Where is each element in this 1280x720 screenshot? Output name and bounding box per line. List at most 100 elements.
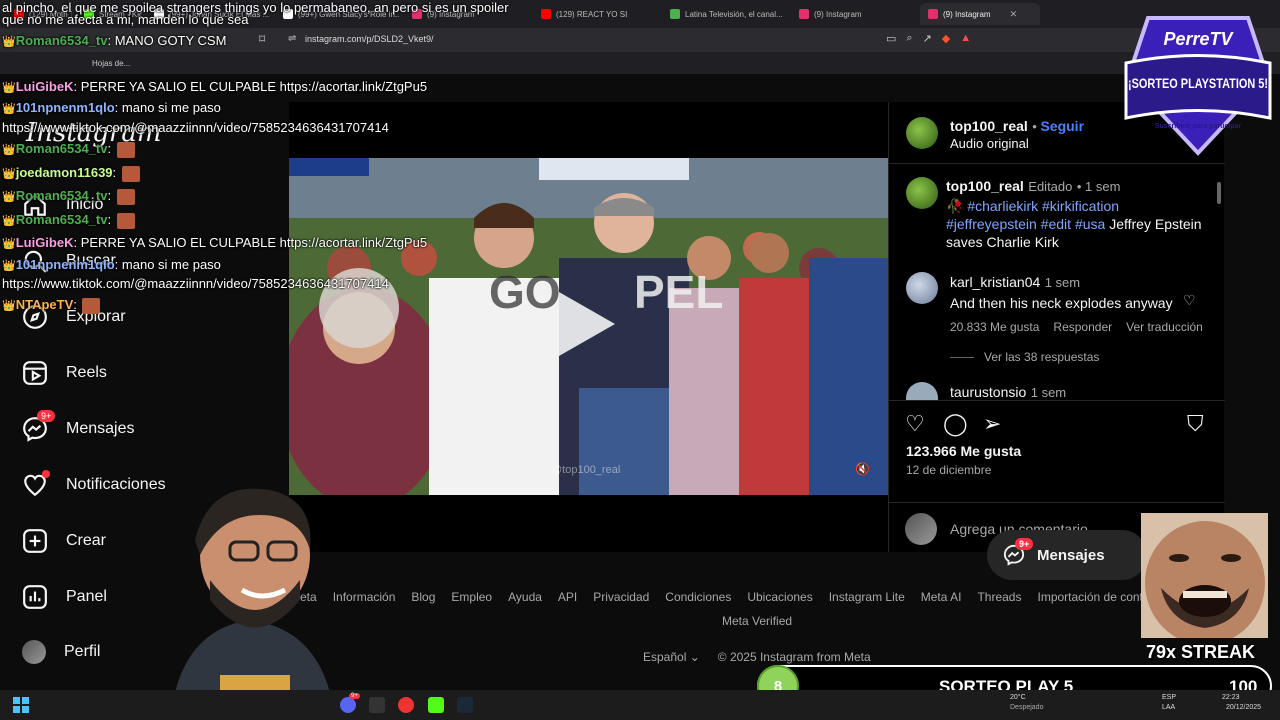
commenter-avatar[interactable] bbox=[906, 272, 938, 304]
play-icon[interactable] bbox=[559, 292, 615, 356]
screen: (129) Moth To A Flam...Stream - Kick Das… bbox=[0, 0, 1280, 720]
footer-link[interactable]: Threads bbox=[977, 590, 1021, 604]
author-avatar[interactable] bbox=[906, 117, 938, 149]
clock-date[interactable]: 20/12/2025 bbox=[1226, 704, 1261, 711]
footer-link[interactable]: Blog bbox=[411, 590, 435, 604]
browser-tab[interactable]: (129) REACT YO SI bbox=[533, 3, 658, 25]
sidebar-item-reels[interactable]: Reels bbox=[22, 360, 107, 386]
messages-pill[interactable]: 9+ Mensajes bbox=[987, 530, 1147, 580]
comment-icon[interactable]: ◯ bbox=[943, 411, 968, 437]
follow-button[interactable]: Seguir bbox=[1040, 118, 1084, 134]
crown-icon: 👑 bbox=[2, 238, 16, 250]
commenter-avatar[interactable] bbox=[906, 382, 938, 400]
footer-link[interactable]: Ubicaciones bbox=[747, 590, 812, 604]
screen-icon[interactable]: ▭ bbox=[886, 32, 896, 45]
chat-text: mano si me paso bbox=[121, 257, 221, 272]
sidebar-item-perfil[interactable]: Perfil bbox=[22, 640, 100, 664]
clock-time[interactable]: 22:23 bbox=[1222, 694, 1240, 701]
comment-username[interactable]: taurustonsio bbox=[950, 384, 1026, 400]
caption-hashtags[interactable]: #charliekirk #kirkification #jeffreyepst… bbox=[946, 198, 1119, 232]
caption-emoji-icon: 🥀 bbox=[946, 198, 964, 214]
windows-start-icon[interactable] bbox=[13, 697, 29, 713]
page-footer: Meta Información Blog Empleo Ayuda API Privaci… bbox=[290, 590, 1170, 664]
footer-link[interactable]: Instagram Lite bbox=[829, 590, 905, 604]
like-icon[interactable]: ♡ bbox=[905, 411, 925, 437]
chat-message: 👑Roman6534_tv: bbox=[2, 212, 135, 229]
notification-dot bbox=[42, 470, 50, 478]
chat-message: 👑Roman6534_tv: bbox=[2, 141, 135, 158]
weather-label[interactable]: Despejado bbox=[1010, 704, 1043, 711]
chat-emote-icon bbox=[121, 165, 140, 182]
mute-icon[interactable]: 🔇 bbox=[855, 462, 870, 476]
footer-links: Meta Información Blog Empleo Ayuda API Privaci… bbox=[290, 590, 1170, 604]
steam-icon[interactable] bbox=[457, 697, 473, 713]
language-select[interactable]: Español ⌄ bbox=[643, 650, 700, 664]
footer-link[interactable]: Importación de contac bbox=[1037, 590, 1155, 604]
svg-text:GO: GO bbox=[489, 266, 561, 318]
footer-link[interactable]: API bbox=[558, 590, 577, 604]
tab-favicon-icon bbox=[928, 9, 938, 19]
author-username[interactable]: top100_real bbox=[950, 118, 1028, 134]
comments-scrollbar[interactable] bbox=[1216, 172, 1222, 392]
chat-username: joedamon11639 bbox=[15, 165, 113, 180]
obs-icon[interactable] bbox=[398, 697, 414, 713]
chat-username: Roman6534_tv bbox=[15, 188, 108, 203]
footer-link[interactable]: Meta AI bbox=[921, 590, 962, 604]
crown-icon: 👑 bbox=[2, 215, 16, 227]
save-icon[interactable]: ⛉ bbox=[1187, 411, 1204, 437]
zoom-icon[interactable]: ⌕ bbox=[906, 32, 912, 45]
chat-text: MANO GOTY CSM bbox=[114, 33, 227, 48]
comment-likes[interactable]: 20.833 Me gusta bbox=[950, 320, 1039, 334]
caption-username[interactable]: top100_real bbox=[946, 178, 1024, 194]
footer-meta-verified[interactable]: Meta Verified bbox=[722, 614, 792, 628]
translate-button[interactable]: Ver traducción bbox=[1126, 320, 1203, 334]
footer-link[interactable]: Privacidad bbox=[593, 590, 649, 604]
scrollbar-thumb[interactable] bbox=[1217, 182, 1221, 204]
brave-shield-icon[interactable]: ◆ bbox=[942, 32, 950, 45]
sidebar-item-label: Mensajes bbox=[66, 420, 135, 437]
sidebar-item-mensajes[interactable]: 9+ Mensajes bbox=[22, 410, 135, 442]
footer-link[interactable]: Condiciones bbox=[665, 590, 731, 604]
share-icon[interactable]: ↗ bbox=[923, 32, 932, 45]
chat-emote-icon bbox=[116, 188, 135, 205]
chat-message: 👑joedamon11639: bbox=[2, 165, 140, 182]
footer-link[interactable]: Ayuda bbox=[508, 590, 542, 604]
browser-tab[interactable]: (9) Instagram ✕ bbox=[920, 3, 1040, 25]
sidebar-item-panel[interactable]: Panel bbox=[22, 584, 107, 610]
comment-username[interactable]: karl_kristian04 bbox=[950, 274, 1040, 290]
browser-tab[interactable]: (9) Instagram bbox=[791, 3, 916, 25]
kick-icon[interactable] bbox=[428, 697, 444, 713]
crown-icon: 👑 bbox=[2, 82, 16, 94]
close-icon[interactable]: ✕ bbox=[1010, 9, 1018, 20]
chat-username: LuiGibeK bbox=[15, 235, 74, 250]
comment-time: 1 sem bbox=[1030, 385, 1067, 400]
comment-like-icon[interactable]: ♡ bbox=[1183, 292, 1196, 309]
stream-chat-overlay: al pincho, el que me spoilea strangers t… bbox=[0, 0, 509, 320]
footer-link[interactable]: Empleo bbox=[451, 590, 492, 604]
rewards-icon[interactable]: ▲ bbox=[960, 32, 971, 45]
chat-emote-icon bbox=[116, 141, 135, 158]
discord-icon[interactable] bbox=[340, 697, 356, 713]
sidebar-item-notificaciones[interactable]: Notificaciones bbox=[22, 470, 166, 498]
view-replies[interactable]: Ver las 38 respuestas bbox=[950, 350, 1099, 364]
language-indicator[interactable]: ESP bbox=[1162, 694, 1176, 701]
post-actions: ♡ ◯ ➢ ⛉ 123.966 Me gusta 12 de diciembre bbox=[889, 400, 1225, 502]
comment: karl_kristian04 1 sem And then his neck … bbox=[950, 274, 1203, 334]
taskbar: 9+ 20°C Despejado ESP LAA 22:23 20/12/20… bbox=[0, 690, 1280, 720]
share-icon[interactable]: ➢ bbox=[983, 411, 1001, 437]
sidebar-item-crear[interactable]: Crear bbox=[22, 528, 106, 554]
app-icon[interactable] bbox=[369, 697, 385, 713]
audio-label[interactable]: Audio original bbox=[950, 136, 1029, 151]
browser-tab[interactable]: Latina Televisión, el canal... bbox=[662, 3, 787, 25]
language-layout[interactable]: LAA bbox=[1162, 704, 1175, 711]
chat-emote-icon bbox=[82, 297, 101, 314]
edited-label: Editado bbox=[1028, 179, 1073, 194]
reply-button[interactable]: Responder bbox=[1053, 320, 1112, 334]
view-replies-label[interactable]: Ver las 38 respuestas bbox=[984, 350, 1099, 364]
caption-avatar[interactable] bbox=[906, 177, 938, 209]
weather-temp[interactable]: 20°C bbox=[1010, 694, 1026, 701]
crown-icon: 👑 bbox=[2, 144, 16, 156]
like-count[interactable]: 123.966 Me gusta bbox=[906, 443, 1021, 459]
tab-favicon-icon bbox=[799, 9, 809, 19]
post-details-panel: top100_real • Seguir Audio original ⋯ to… bbox=[888, 102, 1225, 552]
